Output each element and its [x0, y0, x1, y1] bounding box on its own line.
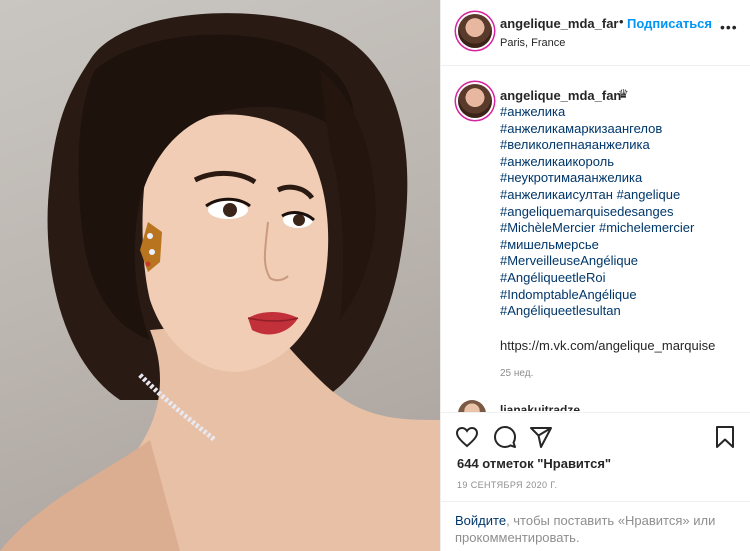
- caption-hashtags: #анжелика #анжеликамаркизаангелов #велик…: [500, 104, 740, 320]
- post-header: angelique_mda_far • Подписаться Paris, F…: [441, 0, 750, 66]
- login-prompt: Войдите, чтобы поставить «Нравится» или …: [441, 501, 750, 551]
- more-options-icon[interactable]: •••: [720, 20, 738, 34]
- post-date[interactable]: 19 СЕНТЯБРЯ 2020 Г.: [457, 480, 557, 490]
- post-actions-section: 644 отметок "Нравится" 19 СЕНТЯБРЯ 2020 …: [441, 412, 750, 551]
- post-photo[interactable]: [0, 0, 440, 551]
- caption-username[interactable]: angelique_mda_fan: [500, 88, 621, 103]
- author-username[interactable]: angelique_mda_far: [500, 16, 619, 31]
- comment-icon[interactable]: [493, 425, 517, 449]
- follow-button[interactable]: Подписаться: [627, 16, 712, 31]
- heart-icon[interactable]: [455, 425, 479, 449]
- hashtag-link[interactable]: #великолепнаяанжелика: [500, 137, 740, 154]
- post-sidebar: angelique_mda_far • Подписаться Paris, F…: [440, 0, 750, 551]
- hashtag-link[interactable]: #анжелика: [500, 104, 740, 121]
- comment-timestamp[interactable]: 25 нед.: [500, 368, 533, 379]
- post-location[interactable]: Paris, France: [500, 37, 565, 49]
- crown-icon: ♛: [618, 87, 629, 101]
- hashtag-link[interactable]: #мишельмерсье: [500, 237, 740, 254]
- bookmark-icon[interactable]: [713, 425, 737, 449]
- separator-dot: •: [619, 14, 624, 29]
- login-link[interactable]: Войдите: [455, 513, 506, 528]
- hashtag-link[interactable]: #анжеликамаркизаангелов: [500, 121, 740, 138]
- hashtag-link[interactable]: #IndomptableAngélique: [500, 287, 740, 304]
- author-avatar[interactable]: [458, 14, 492, 48]
- hashtag-link[interactable]: #анжеликаисултан #angelique: [500, 187, 740, 204]
- likes-count[interactable]: 644 отметок "Нравится": [457, 456, 611, 471]
- hashtag-link[interactable]: #MerveilleuseAngélique: [500, 253, 740, 270]
- hashtag-link[interactable]: #angeliquemarquisedesanges: [500, 204, 740, 221]
- commenter-avatar[interactable]: [458, 84, 492, 118]
- next-commenter-avatar[interactable]: [458, 400, 486, 412]
- hashtag-link[interactable]: #Angéliqueetlesultan: [500, 303, 740, 320]
- portrait-image: [0, 13, 440, 551]
- caption-url[interactable]: https://m.vk.com/angelique_marquise: [500, 338, 715, 353]
- hashtag-link[interactable]: #MichèleMercier #michelemercier: [500, 220, 740, 237]
- share-icon[interactable]: [529, 425, 553, 449]
- hashtag-link[interactable]: #анжеликаикороль: [500, 154, 740, 171]
- hashtag-link[interactable]: #неукротимаяанжелика: [500, 170, 740, 187]
- hashtag-link[interactable]: #AngéliqueetleRoi: [500, 270, 740, 287]
- next-commenter-username[interactable]: lianakuitradze: [500, 401, 580, 411]
